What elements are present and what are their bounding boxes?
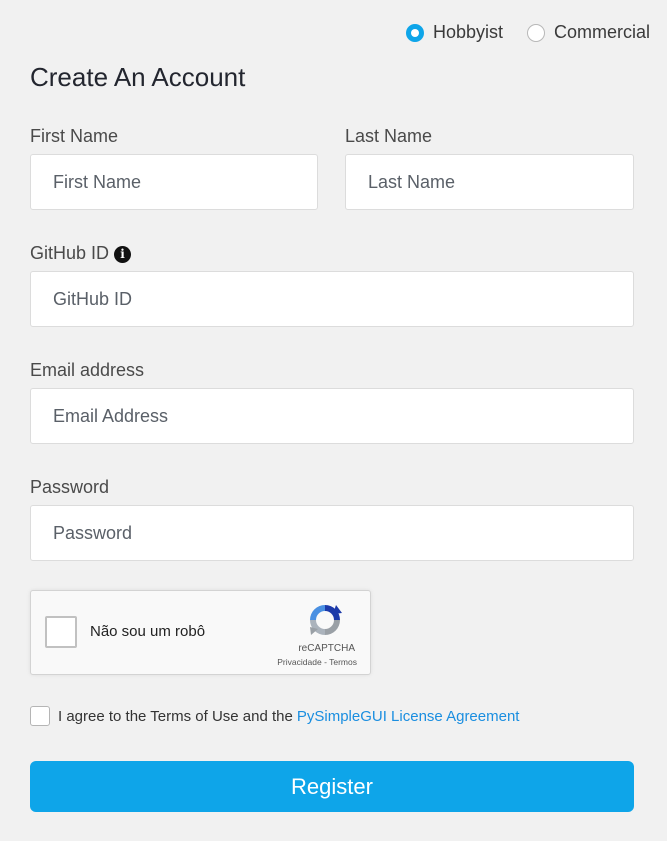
- recaptcha-logo-icon: [310, 605, 342, 635]
- radio-option-commercial[interactable]: Commercial: [526, 22, 650, 43]
- recaptcha-label: Não sou um robô: [90, 623, 206, 640]
- radio-label-hobbyist[interactable]: Hobbyist: [433, 22, 503, 43]
- recaptcha-privacy-link[interactable]: Privacidade: [277, 657, 321, 667]
- register-button[interactable]: Register: [30, 761, 634, 812]
- first-name-label: First Name: [30, 126, 119, 146]
- info-icon[interactable]: i: [114, 246, 132, 263]
- page-title: Create An Account: [30, 62, 246, 92]
- email-label: Email address: [30, 360, 145, 380]
- agreement-text: I agree to the Terms of Use and the: [58, 707, 293, 725]
- license-agreement-link[interactable]: PySimpleGUI License Agreement: [297, 708, 520, 725]
- agreement-row: I agree to the Terms of Use and the PySi…: [30, 706, 519, 726]
- recaptcha-terms-link[interactable]: Termos: [329, 657, 357, 667]
- agreement-checkbox[interactable]: [30, 706, 50, 726]
- radio-hobbyist[interactable]: [405, 23, 424, 42]
- radio-option-hobbyist[interactable]: Hobbyist: [405, 22, 503, 43]
- last-name-input[interactable]: [345, 154, 634, 210]
- recaptcha-links: Privacidade - Termos: [277, 657, 357, 667]
- last-name-label: Last Name: [345, 126, 433, 146]
- first-name-input[interactable]: [30, 154, 318, 210]
- github-id-input[interactable]: [30, 271, 634, 327]
- github-id-label-row: GitHub ID i: [30, 243, 132, 264]
- password-input[interactable]: [30, 505, 634, 561]
- recaptcha-separator: -: [324, 657, 327, 667]
- email-input[interactable]: [30, 388, 634, 444]
- github-id-label: GitHub ID: [30, 243, 110, 263]
- recaptcha-checkbox[interactable]: [45, 616, 77, 648]
- recaptcha-widget: Não sou um robô reCAPTCHA Privacidade - …: [30, 590, 371, 675]
- radio-commercial[interactable]: [526, 23, 545, 42]
- password-label: Password: [30, 477, 110, 497]
- radio-label-commercial[interactable]: Commercial: [554, 22, 650, 43]
- account-type-radio-group: Hobbyist Commercial: [405, 22, 650, 43]
- recaptcha-brand: reCAPTCHA: [298, 643, 355, 654]
